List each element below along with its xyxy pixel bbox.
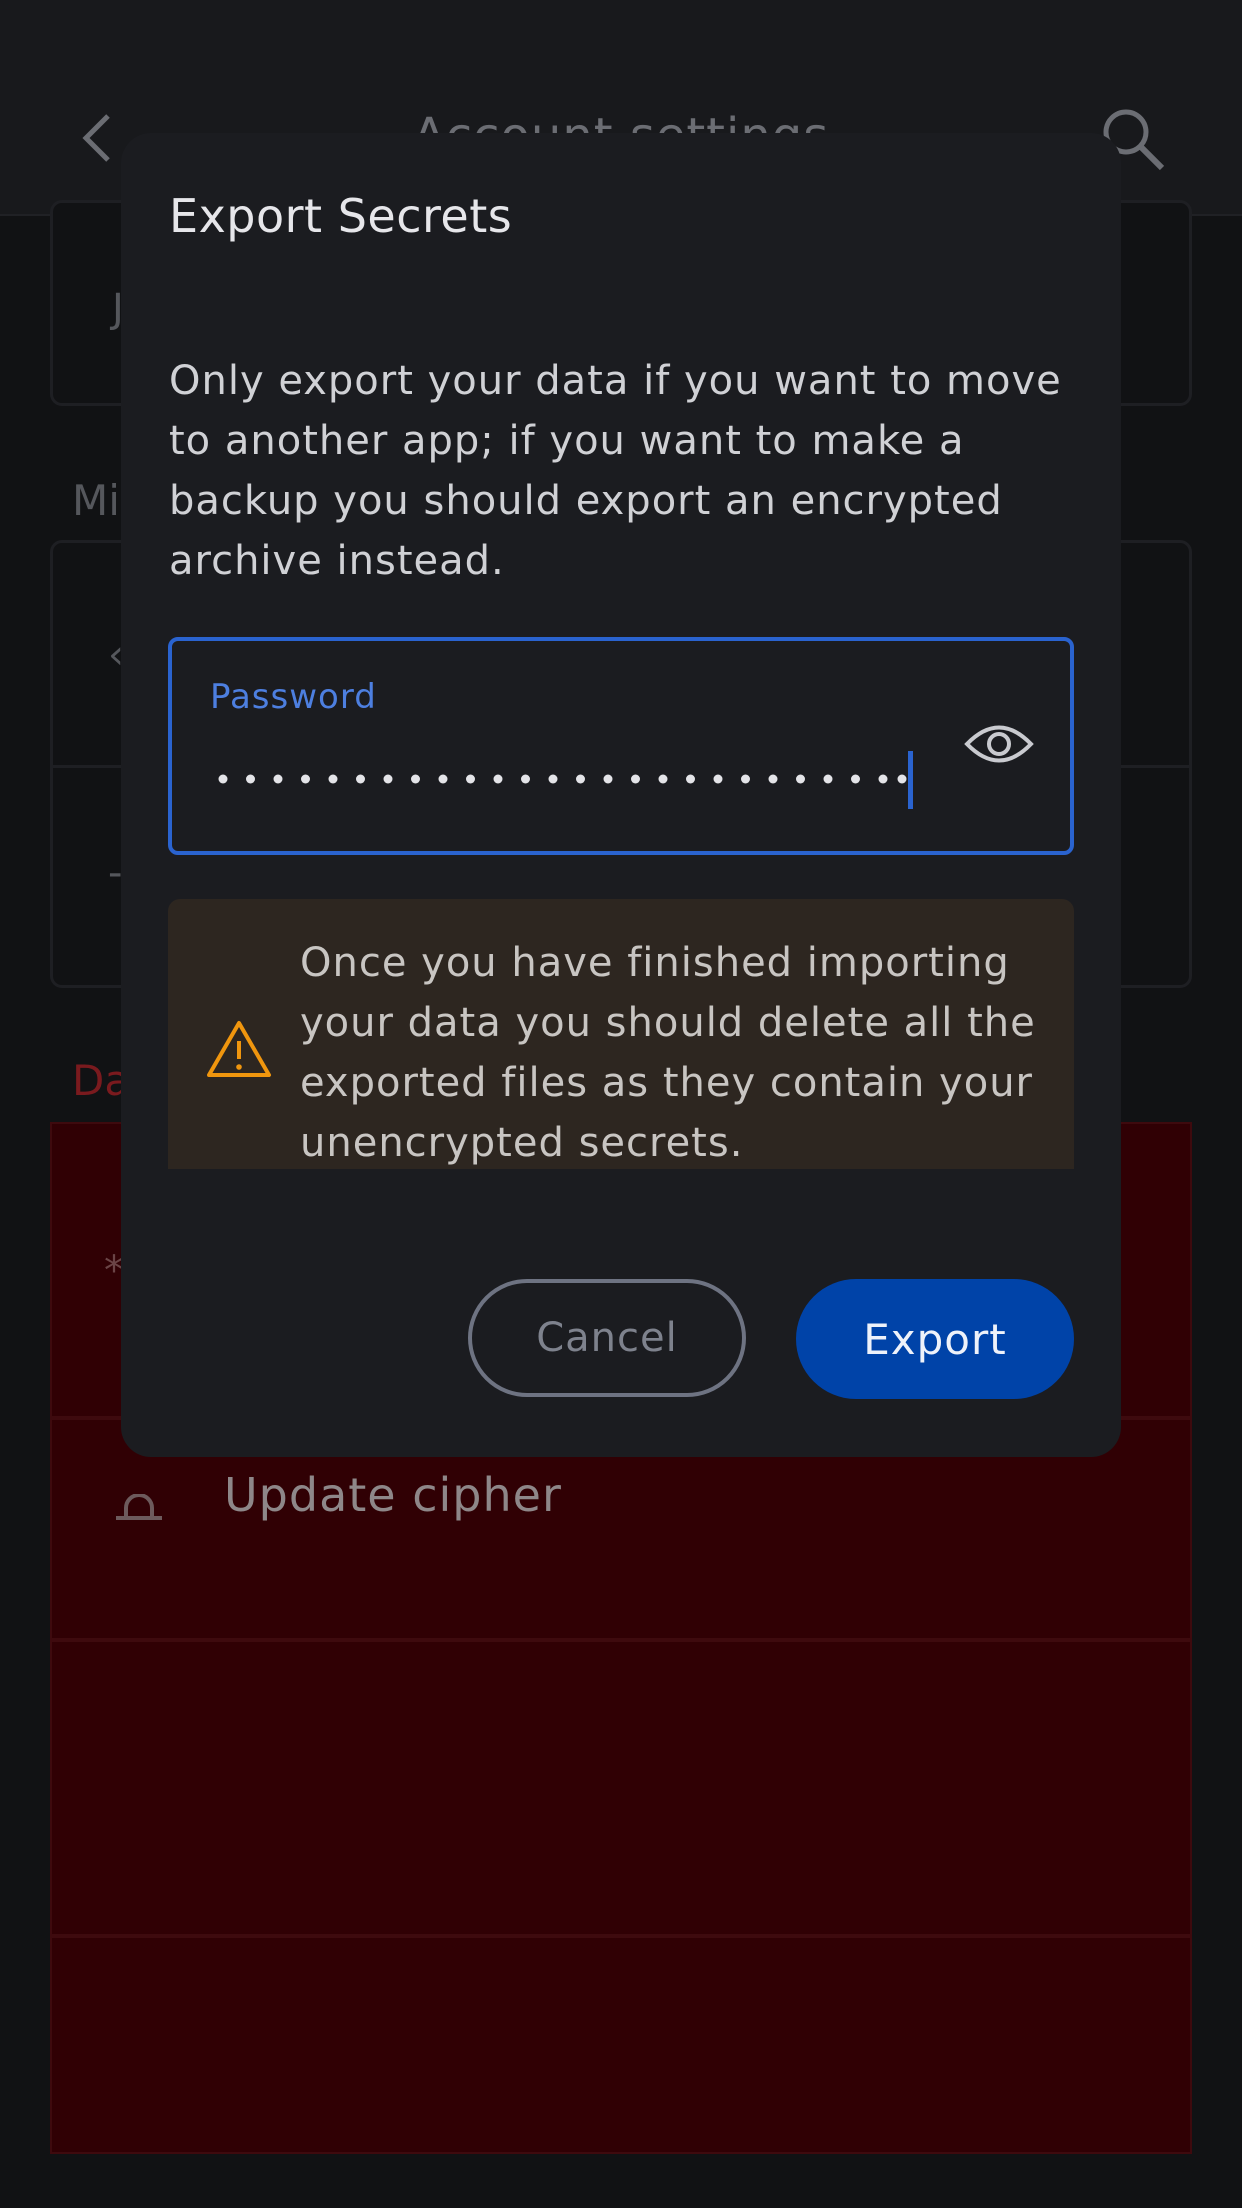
danger-item[interactable] bbox=[50, 1936, 1192, 2154]
dialog-message: Only export your data if you want to mov… bbox=[169, 358, 1062, 584]
password-field[interactable]: Password bbox=[168, 637, 1074, 855]
lock-icon bbox=[116, 1494, 162, 1520]
update-cipher-label: Update cipher bbox=[224, 1468, 562, 1522]
cancel-button[interactable]: Cancel bbox=[468, 1279, 746, 1397]
warning-text: Once you have finished importing your da… bbox=[300, 940, 1036, 1166]
warning-banner: Once you have finished importing your da… bbox=[168, 899, 1074, 1169]
password-label: Password bbox=[210, 677, 377, 717]
section-header-misc: Mi bbox=[72, 476, 120, 525]
password-mask bbox=[218, 774, 907, 784]
eye-icon[interactable] bbox=[964, 719, 1034, 769]
text-cursor bbox=[908, 751, 913, 809]
warning-triangle-icon bbox=[207, 1021, 271, 1077]
export-button[interactable]: Export bbox=[796, 1279, 1074, 1399]
dialog-title: Export Secrets bbox=[169, 189, 513, 243]
export-secrets-dialog: Export Secrets Only export your data if … bbox=[121, 133, 1121, 1457]
danger-item[interactable] bbox=[50, 1640, 1192, 1936]
